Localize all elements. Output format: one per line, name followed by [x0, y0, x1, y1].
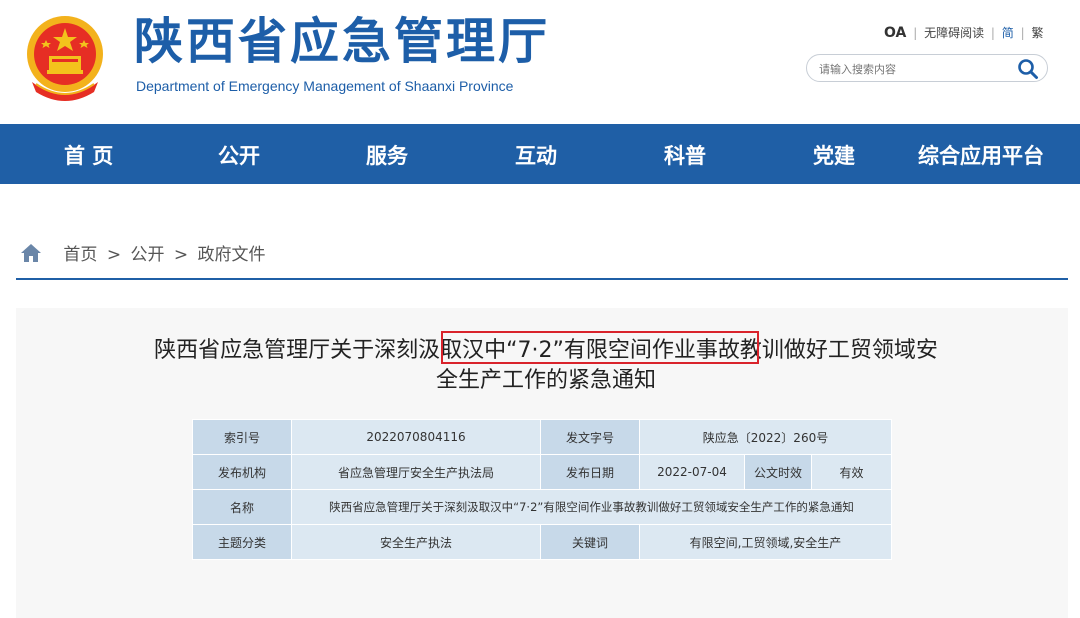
national-emblem-icon[interactable] — [22, 12, 108, 102]
site-title: 陕西省应急管理厅 — [134, 13, 551, 70]
nav-science[interactable]: 科普 — [664, 140, 706, 170]
name-value: 陕西省应急管理厅关于深刻汲取汉中“7·2”有限空间作业事故教训做好工贸领域安全生… — [291, 489, 892, 525]
main-nav: 首 页 公开 服务 互动 科普 党建 综合应用平台 — [0, 124, 1080, 184]
traditional-link[interactable]: 繁 — [1032, 26, 1044, 40]
keyword-value: 有限空间,工贸领域,安全生产 — [639, 524, 892, 560]
simplified-link[interactable]: 简 — [1002, 26, 1014, 40]
nav-platform[interactable]: 综合应用平台 — [918, 140, 1044, 170]
breadcrumb-home[interactable]: 首页 — [63, 245, 97, 265]
top-links: OA | 无障碍阅读 | 简 | 繁 — [884, 24, 1044, 41]
table-row: 索引号 2022070804116 发文字号 陕应急〔2022〕260号 — [192, 419, 892, 455]
nav-home[interactable]: 首 页 — [64, 140, 113, 170]
search-input[interactable] — [817, 59, 1011, 79]
publisher-value: 省应急管理厅安全生产执法局 — [291, 454, 541, 490]
breadcrumb-separator: > — [106, 245, 122, 265]
site-subtitle: Department of Emergency Management of Sh… — [136, 78, 514, 94]
breadcrumb-separator: > — [173, 245, 189, 265]
accessible-reading-link[interactable]: 无障碍阅读 — [924, 26, 984, 40]
document-meta-table: 索引号 2022070804116 发文字号 陕应急〔2022〕260号 发布机… — [192, 419, 892, 560]
breadcrumb-divider — [16, 278, 1068, 280]
name-label: 名称 — [192, 489, 292, 525]
nav-party[interactable]: 党建 — [813, 140, 855, 170]
table-row: 发布机构 省应急管理厅安全生产执法局 发布日期 2022-07-04 公文时效 … — [192, 454, 892, 490]
topic-value: 安全生产执法 — [291, 524, 541, 560]
document-panel: 陕西省应急管理厅关于深刻汲取汉中“7·2”有限空间作业事故教训做好工贸领域安 全… — [16, 308, 1068, 618]
home-icon — [21, 244, 41, 262]
breadcrumb-public[interactable]: 公开 — [130, 245, 164, 265]
docno-label: 发文字号 — [540, 419, 640, 455]
site-header: 陕西省应急管理厅 Department of Emergency Managem… — [0, 0, 1080, 124]
validity-label: 公文时效 — [744, 454, 812, 490]
topic-label: 主题分类 — [192, 524, 292, 560]
docno-value: 陕应急〔2022〕260号 — [639, 419, 892, 455]
search-box — [806, 54, 1048, 82]
keyword-label: 关键词 — [540, 524, 640, 560]
highlight-box — [441, 331, 759, 364]
nav-service[interactable]: 服务 — [366, 140, 408, 170]
breadcrumb: 首页 > 公开 > 政府文件 — [20, 240, 270, 265]
publisher-label: 发布机构 — [192, 454, 292, 490]
index-label: 索引号 — [192, 419, 292, 455]
nav-interaction[interactable]: 互动 — [515, 140, 557, 170]
table-row: 名称 陕西省应急管理厅关于深刻汲取汉中“7·2”有限空间作业事故教训做好工贸领域… — [192, 489, 892, 525]
divider: | — [913, 26, 918, 40]
date-label: 发布日期 — [540, 454, 640, 490]
divider: | — [990, 26, 995, 40]
search-icon[interactable] — [1017, 58, 1039, 80]
nav-public[interactable]: 公开 — [218, 140, 260, 170]
document-title-line2: 全生产工作的紧急通知 — [435, 368, 656, 393]
table-row: 主题分类 安全生产执法 关键词 有限空间,工贸领域,安全生产 — [192, 524, 892, 560]
breadcrumb-gov-docs[interactable]: 政府文件 — [198, 245, 266, 265]
validity-value: 有效 — [811, 454, 892, 490]
oa-link[interactable]: OA — [884, 25, 906, 41]
date-value: 2022-07-04 — [639, 454, 745, 490]
divider: | — [1020, 26, 1025, 40]
index-value: 2022070804116 — [291, 419, 541, 455]
